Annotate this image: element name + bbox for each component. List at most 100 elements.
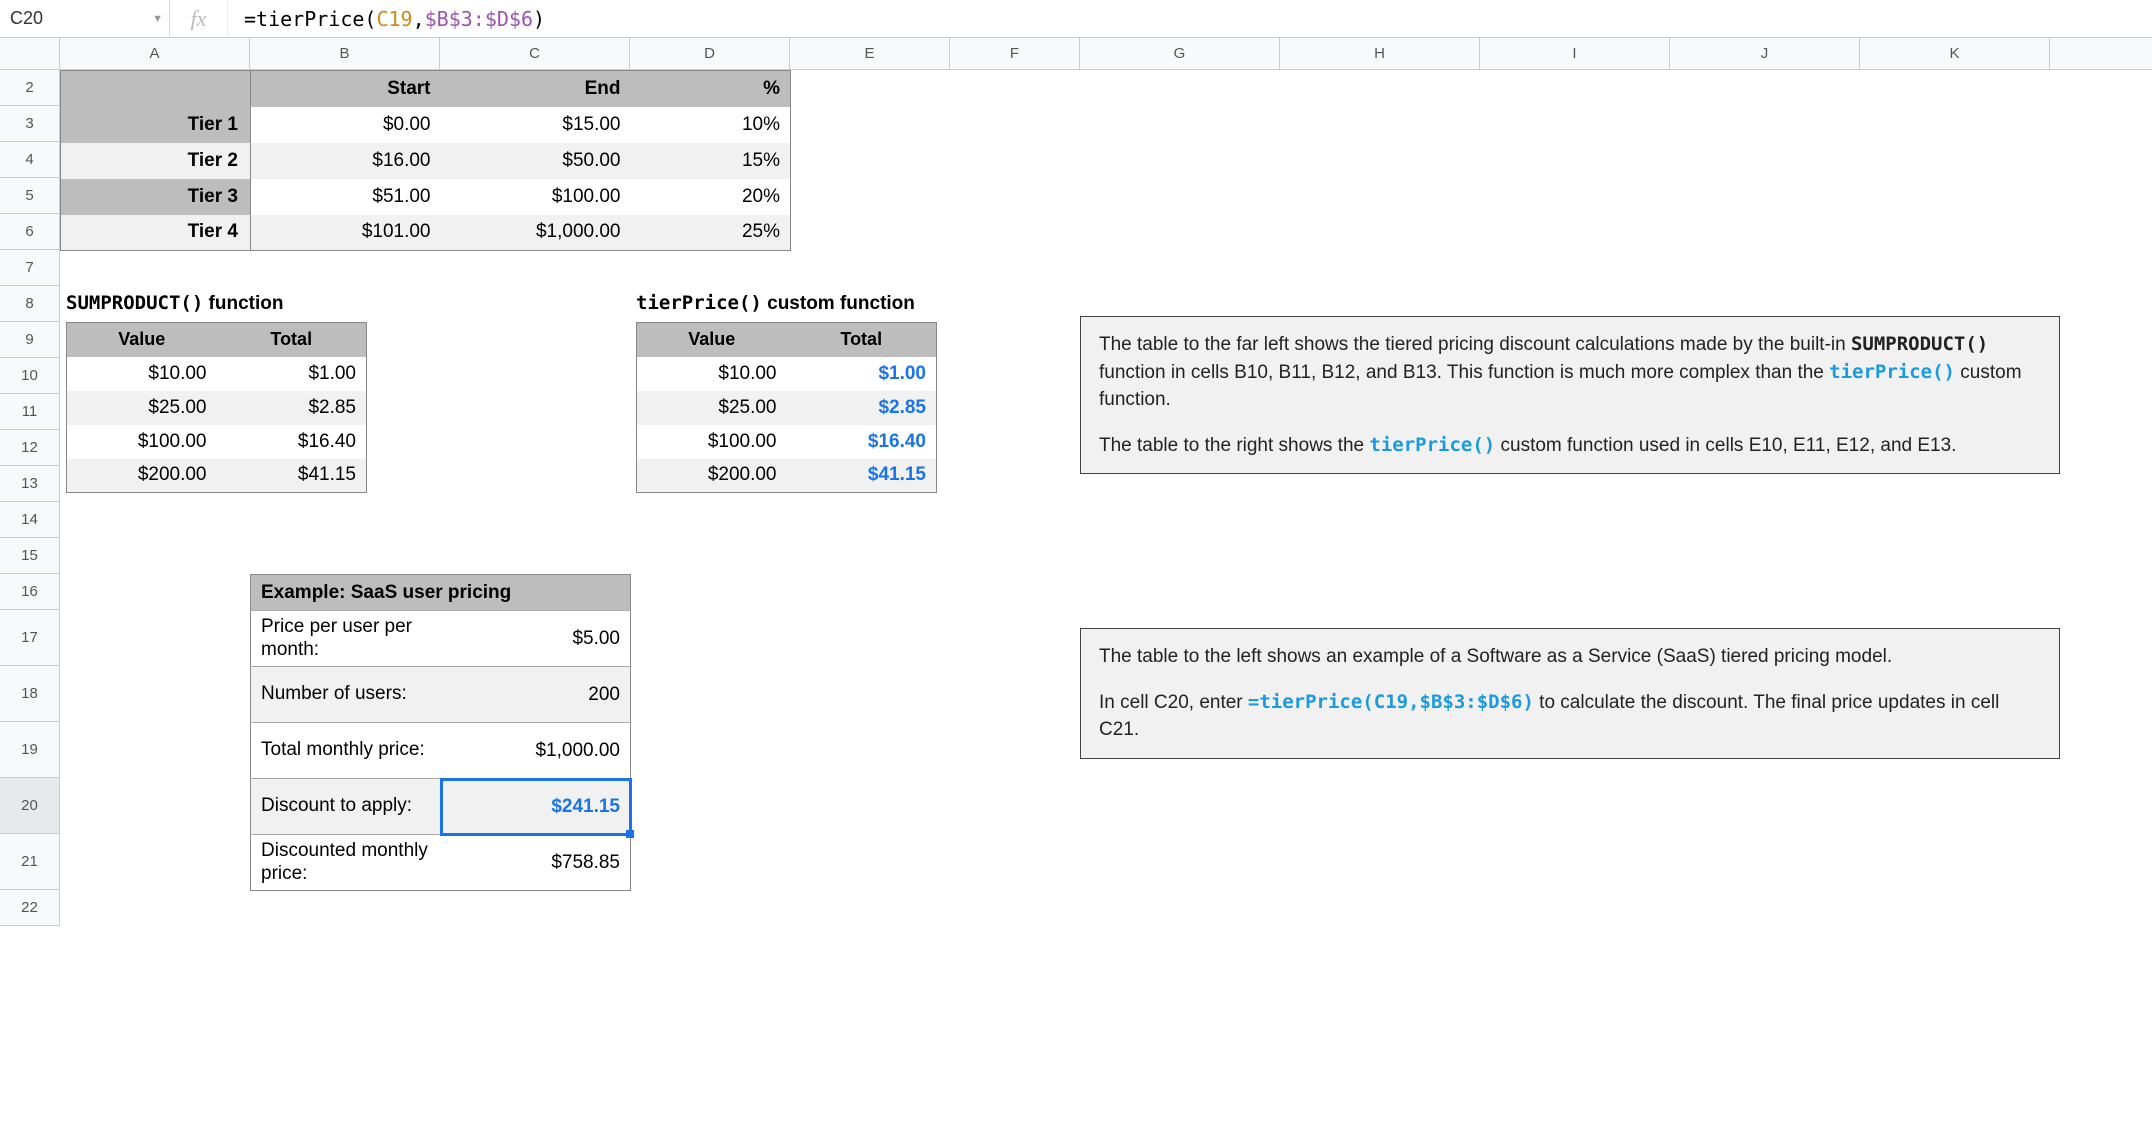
row-header-2[interactable]: 2 <box>0 70 60 106</box>
cell[interactable]: $0.00 <box>251 107 441 143</box>
col-header-F[interactable]: F <box>950 38 1080 69</box>
row-header-14[interactable]: 14 <box>0 502 60 538</box>
cell[interactable]: $50.00 <box>441 143 631 179</box>
saas-val-total[interactable]: $1,000.00 <box>441 723 631 779</box>
cell[interactable]: 10% <box>631 107 791 143</box>
row-header-22[interactable]: 22 <box>0 890 60 926</box>
cell[interactable]: 25% <box>631 215 791 251</box>
saas-label-total[interactable]: Total monthly price: <box>251 723 441 779</box>
cell-C20-selected[interactable]: $241.15 <box>441 779 631 835</box>
row-header-17[interactable]: 17 <box>0 610 60 666</box>
row-header-6[interactable]: 6 <box>0 214 60 250</box>
col-header-J[interactable]: J <box>1670 38 1860 69</box>
col-header-A[interactable]: A <box>60 38 250 69</box>
cell[interactable]: $100.00 <box>441 179 631 215</box>
tier-head-pct[interactable]: % <box>631 71 791 107</box>
cell[interactable]: $200.00 <box>637 459 787 493</box>
row-header-12[interactable]: 12 <box>0 430 60 466</box>
cell[interactable]: $16.40 <box>217 425 367 459</box>
formula-input[interactable]: =tierPrice(C19,$B$3:$D$6) <box>228 0 2152 37</box>
cell[interactable]: $25.00 <box>67 391 217 425</box>
row-header-5[interactable]: 5 <box>0 178 60 214</box>
cell[interactable]: $15.00 <box>441 107 631 143</box>
sp-head-total[interactable]: Total <box>217 323 367 357</box>
saas-val-ppu[interactable]: $5.00 <box>441 611 631 667</box>
cell[interactable]: $1.00 <box>217 357 367 391</box>
sp-head-value[interactable]: Value <box>67 323 217 357</box>
cell[interactable]: $1,000.00 <box>441 215 631 251</box>
note2-paragraph-1: The table to the left shows an example o… <box>1099 643 2041 671</box>
tierprice-table: Value Total $10.00$1.00 $25.00$2.85 $100… <box>636 322 937 493</box>
cell[interactable]: $100.00 <box>67 425 217 459</box>
explanation-box-1: The table to the far left shows the tier… <box>1080 316 2060 474</box>
cell[interactable]: $100.00 <box>637 425 787 459</box>
tp-head-total[interactable]: Total <box>787 323 937 357</box>
col-header-E[interactable]: E <box>790 38 950 69</box>
formula-text: =tierPrice(C19,$B$3:$D$6) <box>244 7 545 31</box>
tier-row-label[interactable]: Tier 3 <box>61 179 251 215</box>
cell[interactable]: $200.00 <box>67 459 217 493</box>
row-header-10[interactable]: 10 <box>0 358 60 394</box>
tier-row-label[interactable]: Tier 4 <box>61 215 251 251</box>
grid-area[interactable]: Start End % Tier 1 $0.00 $15.00 10% Tier… <box>60 70 2152 926</box>
saas-label-users[interactable]: Number of users: <box>251 667 441 723</box>
row-header-8[interactable]: 8 <box>0 286 60 322</box>
cell[interactable]: 15% <box>631 143 791 179</box>
name-box-dropdown-icon[interactable]: ▼ <box>152 13 163 25</box>
cell[interactable]: $2.85 <box>787 391 937 425</box>
note1-paragraph-2: The table to the right shows the tierPri… <box>1099 432 2041 460</box>
saas-val-users[interactable]: 200 <box>441 667 631 723</box>
col-header-G[interactable]: G <box>1080 38 1280 69</box>
row-header-13[interactable]: 13 <box>0 466 60 502</box>
row-header-11[interactable]: 11 <box>0 394 60 430</box>
cell[interactable]: $10.00 <box>67 357 217 391</box>
tier-row-label[interactable]: Tier 2 <box>61 143 251 179</box>
cell[interactable]: $51.00 <box>251 179 441 215</box>
row-header-3[interactable]: 3 <box>0 106 60 142</box>
row-header-9[interactable]: 9 <box>0 322 60 358</box>
row-header-20[interactable]: 20 <box>0 778 60 834</box>
active-cell-ref: C20 <box>10 8 43 29</box>
row-header-21[interactable]: 21 <box>0 834 60 890</box>
tier-row-label[interactable]: Tier 1 <box>61 107 251 143</box>
saas-title[interactable]: Example: SaaS user pricing <box>251 575 631 611</box>
sumproduct-table: Value Total $10.00$1.00 $25.00$2.85 $100… <box>66 322 367 493</box>
col-header-C[interactable]: C <box>440 38 630 69</box>
col-header-H[interactable]: H <box>1280 38 1480 69</box>
saas-label-final[interactable]: Discounted monthly price: <box>251 835 441 891</box>
tier-head-start[interactable]: Start <box>251 71 441 107</box>
spreadsheet: A B C D E F G H I J K 2 3 4 5 6 7 8 9 10… <box>0 38 2152 926</box>
row-header-4[interactable]: 4 <box>0 142 60 178</box>
saas-label-ppu[interactable]: Price per user per month: <box>251 611 441 667</box>
row-header-19[interactable]: 19 <box>0 722 60 778</box>
name-box[interactable]: C20 ▼ <box>0 0 170 37</box>
cell[interactable]: $2.85 <box>217 391 367 425</box>
col-header-I[interactable]: I <box>1480 38 1670 69</box>
col-header-K[interactable]: K <box>1860 38 2050 69</box>
row-header-16[interactable]: 16 <box>0 574 60 610</box>
saas-example-table: Example: SaaS user pricing Price per use… <box>250 574 631 891</box>
select-all-corner[interactable] <box>0 38 60 69</box>
row-header-7[interactable]: 7 <box>0 250 60 286</box>
cell[interactable]: $1.00 <box>787 357 937 391</box>
col-header-D[interactable]: D <box>630 38 790 69</box>
tier-head-end[interactable]: End <box>441 71 631 107</box>
row-header-15[interactable]: 15 <box>0 538 60 574</box>
cell[interactable]: $25.00 <box>637 391 787 425</box>
row-header-18[interactable]: 18 <box>0 666 60 722</box>
cell[interactable]: $41.15 <box>217 459 367 493</box>
cell[interactable]: $16.00 <box>251 143 441 179</box>
saas-val-final[interactable]: $758.85 <box>441 835 631 891</box>
cell[interactable]: $10.00 <box>637 357 787 391</box>
cell[interactable]: $41.15 <box>787 459 937 493</box>
cell[interactable]: $16.40 <box>787 425 937 459</box>
col-header-B[interactable]: B <box>250 38 440 69</box>
fx-icon[interactable]: fx <box>170 0 228 37</box>
saas-label-disc[interactable]: Discount to apply: <box>251 779 441 835</box>
tierprice-title: tierPrice() custom function <box>636 292 915 315</box>
cell[interactable]: 20% <box>631 179 791 215</box>
cell[interactable]: $101.00 <box>251 215 441 251</box>
tp-head-value[interactable]: Value <box>637 323 787 357</box>
note2-paragraph-2: In cell C20, enter =tierPrice(C19,$B$3:$… <box>1099 689 2041 744</box>
note1-paragraph-1: The table to the far left shows the tier… <box>1099 331 2041 414</box>
